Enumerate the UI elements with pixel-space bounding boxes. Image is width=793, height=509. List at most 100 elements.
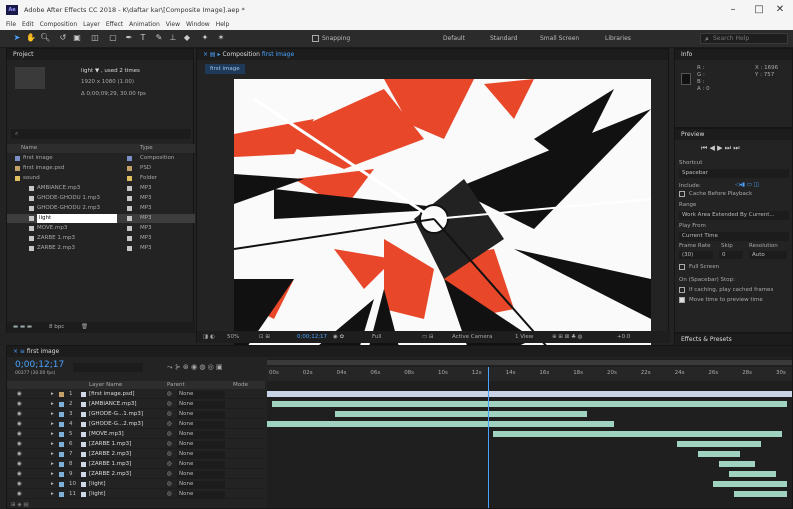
visibility-icon[interactable]: ◉	[17, 480, 22, 489]
current-timecode[interactable]: 0;00;12;17	[297, 334, 327, 340]
layer-duration-bar[interactable]	[267, 391, 792, 397]
expand-icon[interactable]: ▸	[51, 390, 54, 399]
pickwhip-icon[interactable]: ◎	[167, 390, 172, 399]
project-search-input[interactable]: ⌕	[11, 129, 191, 139]
layer-color-label[interactable]	[59, 472, 64, 477]
expand-icon[interactable]: ▸	[51, 450, 54, 459]
workspace-standard[interactable]: Standard	[490, 35, 517, 42]
camera-select[interactable]: Active Camera	[452, 334, 492, 340]
item-label-color[interactable]	[127, 186, 132, 191]
workspace-small-screen[interactable]: Small Screen	[540, 35, 579, 42]
layer-name[interactable]: [ZARBE 1.mp3]	[89, 460, 131, 469]
expand-icon[interactable]: ▸	[51, 410, 54, 419]
project-item[interactable]: MOVE.mp3 MP3	[7, 224, 195, 233]
expand-icon[interactable]: ▸	[51, 420, 54, 429]
expand-icon[interactable]: ▸	[51, 480, 54, 489]
column-type[interactable]: Type	[140, 145, 153, 151]
parent-select[interactable]: None	[177, 391, 225, 398]
timeline-layer-row[interactable]: ◉ ▸ 2 [AMBIANCE.mp3] ◎ None	[7, 400, 265, 409]
play-from-select[interactable]: Current Time	[679, 232, 789, 241]
timeline-timecode[interactable]: 0;00;12;17	[15, 360, 64, 370]
move-time-checkbox[interactable]	[679, 297, 685, 303]
menu-view[interactable]: View	[166, 21, 180, 28]
parent-select[interactable]: None	[177, 401, 225, 408]
timeline-layer-row[interactable]: ◉ ▸ 11 [light] ◎ None	[7, 490, 265, 499]
item-label-color[interactable]	[127, 166, 132, 171]
project-item[interactable]: GHODE-GHODU 2.mp3 MP3	[7, 204, 195, 213]
project-item[interactable]: first image Composition	[7, 154, 195, 163]
grid-icon[interactable]: ⊡ ⊞	[259, 334, 270, 340]
item-label-color[interactable]	[127, 236, 132, 241]
layer-name[interactable]: [GHODE-G...1.mp3]	[89, 410, 143, 419]
snapping-checkbox[interactable]	[312, 35, 319, 42]
skip-select[interactable]: 0	[719, 251, 743, 259]
menu-animation[interactable]: Animation	[129, 21, 160, 28]
visibility-icon[interactable]: ◉	[17, 420, 22, 429]
item-label-color[interactable]	[127, 156, 132, 161]
layer-duration-bar[interactable]	[713, 481, 787, 487]
comp-options-icon[interactable]: ⊕ ⊞ ⊠ ♣ ◍	[552, 334, 583, 340]
layer-duration-bar[interactable]	[729, 471, 777, 477]
layer-color-label[interactable]	[59, 482, 64, 487]
range-select[interactable]: Work Area Extended By Current...	[679, 211, 789, 220]
pickwhip-icon[interactable]: ◎	[167, 410, 172, 419]
visibility-icon[interactable]: ◉	[17, 450, 22, 459]
timeline-switches-icon[interactable]: ⤳ ⊱ ⊛ ◉ ◍ ◎ ▣	[167, 363, 223, 372]
parent-select[interactable]: None	[177, 441, 225, 448]
menu-edit[interactable]: Edit	[22, 21, 34, 28]
layer-name[interactable]: [ZARBE 1.mp3]	[89, 440, 131, 449]
playhead[interactable]	[487, 367, 489, 508]
cache-checkbox[interactable]	[679, 191, 685, 197]
bpc-label[interactable]: 8 bpc	[49, 324, 64, 330]
parent-select[interactable]: None	[177, 471, 225, 478]
expand-icon[interactable]: ▸	[51, 460, 54, 469]
project-panel-header[interactable]: Project	[7, 49, 193, 60]
comp-subtab[interactable]: first image	[205, 64, 245, 74]
expand-icon[interactable]: ▸	[51, 470, 54, 479]
stamp-tool-icon[interactable]: ⊥	[168, 33, 178, 43]
timeline-layer-row[interactable]: ◉ ▸ 6 [ZARBE 1.mp3] ◎ None	[7, 440, 265, 449]
always-preview-icon[interactable]: ◨ ◐	[203, 334, 215, 340]
visibility-icon[interactable]: ◉	[17, 400, 22, 409]
include-toggles-icon[interactable]: ◁◂▮ ▭ ◫	[735, 182, 759, 188]
layer-duration-bar[interactable]	[697, 451, 740, 457]
layer-duration-bar[interactable]	[734, 491, 787, 497]
layer-name[interactable]: [light]	[89, 480, 105, 489]
pickwhip-icon[interactable]: ◎	[167, 440, 172, 449]
menu-help[interactable]: Help	[216, 21, 230, 28]
project-item[interactable]: sound Folder	[7, 174, 195, 183]
zoom-tool-icon[interactable]: 🔍︎	[40, 33, 50, 43]
composition-canvas[interactable]	[234, 79, 651, 366]
layer-duration-bar[interactable]	[267, 421, 614, 427]
expand-icon[interactable]: ▸	[51, 440, 54, 449]
resolution-select[interactable]: Full	[372, 334, 381, 340]
selection-tool-icon[interactable]: ➤	[12, 33, 22, 43]
parent-select[interactable]: None	[177, 421, 225, 428]
timeline-layer-row[interactable]: ◉ ▸ 3 [GHODE-G...1.mp3] ◎ None	[7, 410, 265, 419]
rectangle-tool-icon[interactable]: ▢	[108, 33, 118, 43]
info-panel-header[interactable]: Info	[675, 49, 792, 60]
roto-brush-tool-icon[interactable]: ✦	[200, 33, 210, 43]
trash-icon[interactable]: 🗑︎	[81, 324, 88, 330]
layer-name[interactable]: [MOVE.mp3]	[89, 430, 124, 439]
column-layer-name[interactable]: Layer Name	[89, 382, 122, 388]
workspace-default[interactable]: Default	[443, 35, 465, 42]
parent-select[interactable]: None	[177, 491, 225, 498]
item-label-color[interactable]	[127, 216, 132, 221]
exposure-value[interactable]: +0.0	[617, 334, 630, 340]
visibility-icon[interactable]: ◉	[17, 430, 22, 439]
item-label-color[interactable]	[127, 246, 132, 251]
playback-controls-icon[interactable]: ⏮ ◀ ▶ ⏭ ⏭	[701, 144, 740, 153]
full-screen-checkbox[interactable]	[679, 264, 685, 270]
layer-duration-bar[interactable]	[676, 441, 761, 447]
new-folder-icon[interactable]: ▬ ▬ ▬	[13, 324, 32, 330]
layer-name[interactable]: [ZARBE 2.mp3]	[89, 470, 131, 479]
minimize-button[interactable]: –	[720, 0, 746, 19]
layer-name[interactable]: [first image.psd]	[89, 390, 135, 399]
menu-composition[interactable]: Composition	[40, 21, 77, 28]
parent-select[interactable]: None	[177, 411, 225, 418]
workspace-libraries[interactable]: Libraries	[605, 35, 631, 42]
effects-presets-header[interactable]: Effects & Presets	[675, 334, 792, 345]
item-label-color[interactable]	[127, 176, 132, 181]
layer-color-label[interactable]	[59, 402, 64, 407]
